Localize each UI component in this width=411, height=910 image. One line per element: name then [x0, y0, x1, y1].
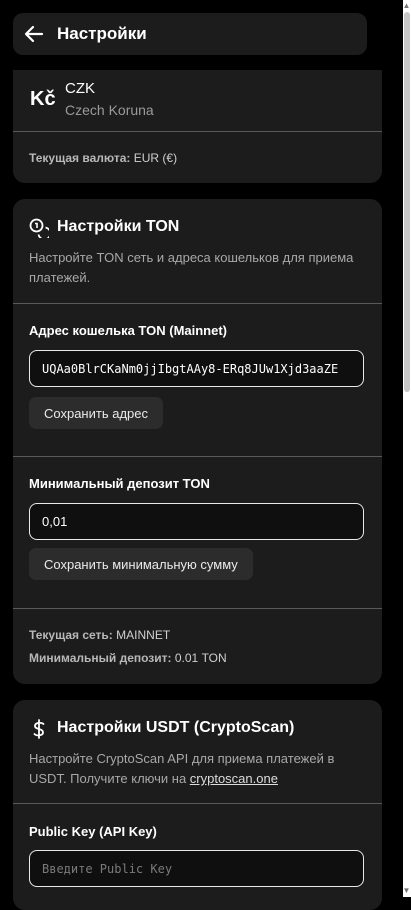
ton-settings-card: Настройки TON Настройте TON сеть и адрес…	[13, 199, 382, 684]
currency-card: Kč CZK Czech Koruna Текущая валюта: EUR …	[13, 70, 382, 183]
ton-min-deposit-label: Минимальный депозит TON	[29, 476, 210, 491]
current-network-line: Текущая сеть: MAINNET	[29, 628, 170, 642]
divider	[13, 608, 382, 609]
scroll-down-icon[interactable]: ▼	[402, 887, 411, 895]
current-currency-line: Текущая валюта: EUR (€)	[29, 151, 177, 165]
current-currency-value: EUR (€)	[133, 151, 178, 165]
ton-wallet-input[interactable]	[29, 350, 364, 387]
ton-wallet-label: Адрес кошелька TON (Mainnet)	[29, 323, 228, 338]
header-bar: Настройки	[13, 13, 367, 55]
usdt-settings-card: Настройки USDT (CryptoScan) Настройте Cr…	[13, 700, 382, 910]
currency-code[interactable]: CZK	[65, 80, 95, 97]
usdt-description-text: Настройте CryptoScan API для приема плат…	[29, 751, 335, 786]
coins-icon	[29, 218, 52, 241]
usdt-section-description: Настройте CryptoScan API для приема плат…	[29, 749, 364, 789]
page-title: Настройки	[57, 24, 147, 43]
divider	[13, 456, 382, 457]
currency-name: Czech Koruna	[65, 102, 154, 118]
divider	[13, 303, 382, 304]
ton-section-description: Настройте TON сеть и адреса кошельков дл…	[29, 250, 354, 285]
min-deposit-info-label: Минимальный депозит:	[29, 651, 172, 665]
divider	[13, 803, 382, 804]
ton-min-deposit-input[interactable]	[29, 503, 364, 540]
divider	[13, 131, 382, 132]
dollar-icon	[29, 719, 49, 739]
public-key-label: Public Key (API Key)	[29, 824, 157, 839]
save-address-button[interactable]: Сохранить адрес	[29, 397, 163, 429]
scroll-up-icon[interactable]: ▲	[402, 2, 411, 10]
current-network-label: Текущая сеть:	[29, 628, 113, 642]
current-currency-label: Текущая валюта:	[29, 151, 131, 165]
min-deposit-info-value: 0.01 TON	[174, 651, 227, 665]
cryptoscan-link[interactable]: cryptoscan.one	[190, 771, 278, 786]
current-network-value: MAINNET	[116, 628, 171, 642]
arrow-left-icon[interactable]	[23, 24, 45, 44]
save-min-deposit-button[interactable]: Сохранить минимальную сумму	[29, 548, 253, 580]
scrollbar-thumb[interactable]	[404, 12, 410, 392]
currency-symbol: Kč	[30, 88, 56, 110]
public-key-input[interactable]	[29, 850, 364, 887]
min-deposit-info-line: Минимальный депозит: 0.01 TON	[29, 651, 227, 665]
ton-section-title: Настройки TON	[57, 218, 180, 235]
usdt-section-title: Настройки USDT (CryptoScan)	[57, 719, 295, 736]
